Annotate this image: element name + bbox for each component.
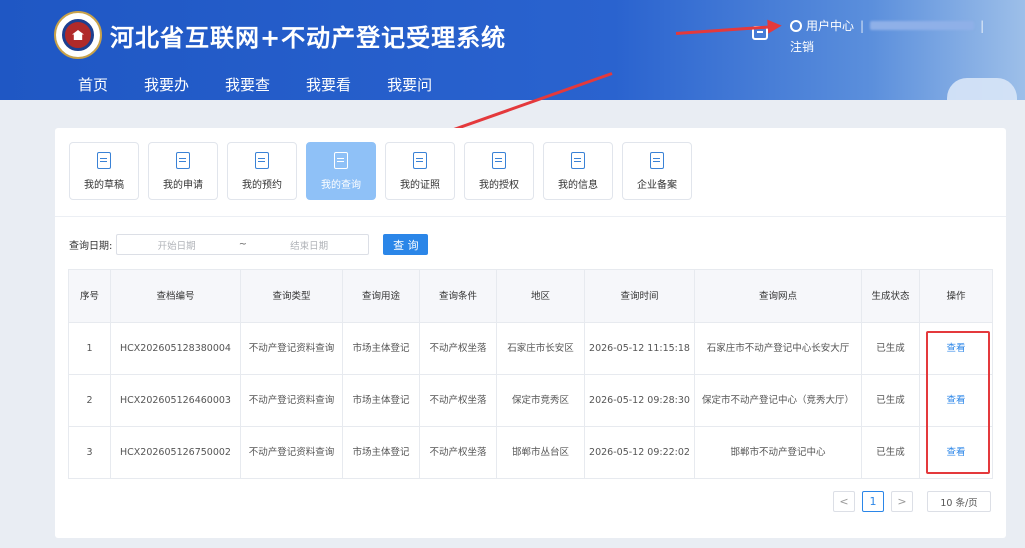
query-table: 序号 查档编号 查询类型 查询用途 查询条件 地区 查询时间 查询网点 生成状态… (68, 269, 993, 479)
user-area: 用户中心 | | 注销 (790, 17, 990, 55)
nav-home[interactable]: 首页 (78, 74, 108, 95)
col-action: 操作 (919, 269, 993, 323)
tile-certificates[interactable]: 我的证照 (385, 142, 455, 200)
search-button[interactable]: 查 询 (383, 234, 429, 255)
tile-label: 我的草稿 (84, 179, 124, 191)
col-condition: 查询条件 (419, 269, 497, 323)
cell-status: 已生成 (861, 322, 920, 375)
col-record-no: 查档编号 (110, 269, 241, 323)
certificate-icon (413, 151, 427, 169)
cell-purpose: 市场主体登记 (342, 374, 420, 427)
cell-office: 石家庄市不动产登记中心长安大厅 (694, 322, 862, 375)
nav-view[interactable]: 我要看 (306, 74, 351, 95)
application-icon (176, 151, 190, 169)
cell-query-type: 不动产登记资料查询 (240, 426, 343, 479)
tile-label: 我的授权 (479, 179, 519, 191)
current-page-button[interactable]: 1 (862, 491, 884, 512)
cell-office: 保定市不动产登记中心（竞秀大厅） (694, 374, 862, 427)
cell-status: 已生成 (861, 426, 920, 479)
tile-label: 我的预约 (242, 179, 282, 191)
table-header-row: 序号 查档编号 查询类型 查询用途 查询条件 地区 查询时间 查询网点 生成状态… (68, 269, 993, 323)
cell-index: 3 (68, 426, 111, 479)
table-row: 3 HCX202605126750002 不动产登记资料查询 市场主体登记 不动… (68, 426, 993, 479)
separator: | (860, 18, 865, 33)
info-icon (571, 151, 585, 169)
function-tiles: 我的草稿 我的申请 我的预约 我的查询 我的证照 我的授权 我的信息 企业备案 (69, 142, 701, 200)
app-title: 河北省互联网+不动产登记受理系统 (110, 24, 507, 52)
prev-page-button[interactable]: < (833, 491, 855, 512)
col-region: 地区 (496, 269, 585, 323)
date-range-picker[interactable]: 开始日期 ~ 结束日期 (116, 234, 370, 255)
tile-label: 我的申请 (163, 179, 203, 191)
appointment-icon (255, 151, 269, 169)
cell-query-type: 不动产登记资料查询 (240, 322, 343, 375)
cell-query-time: 2026-05-12 09:28:30 (584, 374, 695, 427)
app-header: 河北省互联网+不动产登记受理系统 首页 我要办 我要查 我要看 我要问 用户中心… (0, 0, 1025, 100)
cell-index: 2 (68, 374, 111, 427)
col-query-type: 查询类型 (240, 269, 343, 323)
tile-label: 企业备案 (637, 179, 677, 191)
cell-region: 邯郸市丛台区 (496, 426, 585, 479)
cell-condition: 不动产权坐落 (419, 426, 497, 479)
nav-ask[interactable]: 我要问 (387, 74, 432, 95)
col-purpose: 查询用途 (342, 269, 420, 323)
user-center-link[interactable]: 用户中心 (806, 17, 854, 34)
cell-office: 邯郸市不动产登记中心 (694, 426, 862, 479)
start-date-input[interactable]: 开始日期 (117, 238, 236, 252)
cell-condition: 不动产权坐落 (419, 374, 497, 427)
tile-label: 我的信息 (558, 179, 598, 191)
col-status: 生成状态 (861, 269, 920, 323)
enterprise-icon (650, 151, 664, 169)
annotation-highlight-box (926, 331, 990, 474)
cell-record-no: HCX202605128380004 (110, 322, 241, 375)
cell-status: 已生成 (861, 374, 920, 427)
cell-region: 保定市竞秀区 (496, 374, 585, 427)
user-icon (790, 19, 802, 32)
tile-info[interactable]: 我的信息 (543, 142, 613, 200)
col-index: 序号 (68, 269, 111, 323)
cell-index: 1 (68, 322, 111, 375)
divider (55, 216, 1006, 217)
logout-link[interactable]: 注销 (790, 38, 990, 55)
nav-query[interactable]: 我要查 (225, 74, 270, 95)
cell-query-time: 2026-05-12 11:15:18 (584, 322, 695, 375)
cell-query-type: 不动产登记资料查询 (240, 374, 343, 427)
query-icon (334, 151, 348, 169)
col-office: 查询网点 (694, 269, 862, 323)
page-size-select[interactable]: 10 条/页 (927, 491, 991, 512)
cell-query-time: 2026-05-12 09:22:02 (584, 426, 695, 479)
table-row: 2 HCX202605126460003 不动产登记资料查询 市场主体登记 不动… (68, 374, 993, 427)
app-logo (54, 11, 102, 59)
main-panel: 我的草稿 我的申请 我的预约 我的查询 我的证照 我的授权 我的信息 企业备案 (55, 128, 1006, 538)
cell-record-no: HCX202605126460003 (110, 374, 241, 427)
tile-authorizations[interactable]: 我的授权 (464, 142, 534, 200)
tile-queries[interactable]: 我的查询 (306, 142, 376, 200)
table-row: 1 HCX202605128380004 不动产登记资料查询 市场主体登记 不动… (68, 322, 993, 375)
col-query-time: 查询时间 (584, 269, 695, 323)
tile-enterprise[interactable]: 企业备案 (622, 142, 692, 200)
nav-apply[interactable]: 我要办 (144, 74, 189, 95)
tile-applications[interactable]: 我的申请 (148, 142, 218, 200)
query-date-label: 查询日期: (69, 241, 113, 252)
cell-condition: 不动产权坐落 (419, 322, 497, 375)
tile-label: 我的查询 (321, 179, 361, 191)
cell-record-no: HCX202605126750002 (110, 426, 241, 479)
range-separator: ~ (238, 239, 247, 250)
tile-appointments[interactable]: 我的预约 (227, 142, 297, 200)
cell-purpose: 市场主体登记 (342, 322, 420, 375)
document-icon (97, 151, 111, 169)
end-date-input[interactable]: 结束日期 (250, 238, 369, 252)
cell-purpose: 市场主体登记 (342, 426, 420, 479)
search-row: 查询日期: 开始日期 ~ 结束日期 查 询 (69, 234, 429, 255)
main-nav: 首页 我要办 我要查 我要看 我要问 (78, 74, 468, 95)
tile-label: 我的证照 (400, 179, 440, 191)
separator: | (980, 18, 985, 33)
tile-drafts[interactable]: 我的草稿 (69, 142, 139, 200)
cloud-decoration (947, 78, 1017, 100)
pagination: < 1 > 10 条/页 (833, 491, 991, 512)
masked-username (870, 21, 975, 30)
authorization-icon (492, 151, 506, 169)
next-page-button[interactable]: > (891, 491, 913, 512)
cell-region: 石家庄市长安区 (496, 322, 585, 375)
